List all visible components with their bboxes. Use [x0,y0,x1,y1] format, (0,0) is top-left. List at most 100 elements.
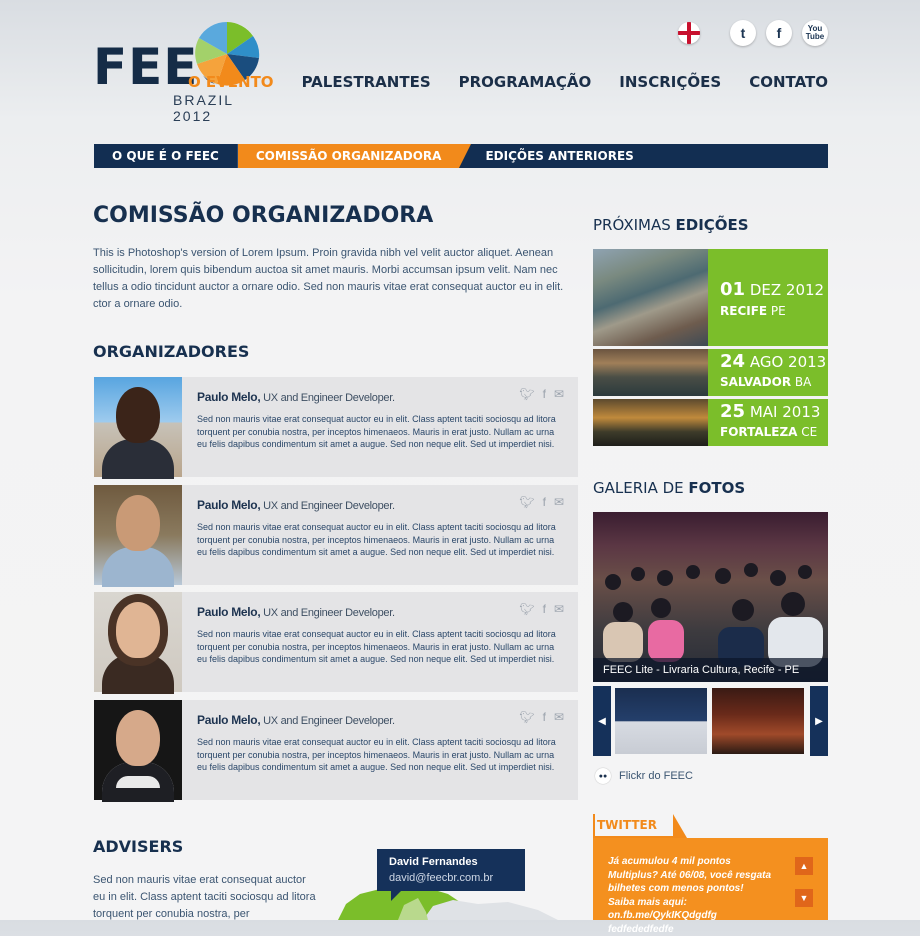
heading-part: GALERIA DE [593,479,689,497]
organizer-social: 🐦︎ f ✉ [519,495,564,509]
mail-icon[interactable]: ✉ [554,387,564,401]
youtube-icon[interactable]: You Tube [802,20,828,46]
edition-item[interactable]: 24 AGO 2013 SALVADOR BA [593,349,828,396]
tweet-up-button[interactable]: ▲ [795,857,813,875]
edition-state: PE [767,304,786,318]
mail-icon[interactable]: ✉ [554,710,564,724]
organizer-card: Paulo Melo, UX and Engineer Developer. 🐦… [94,592,578,694]
mail-icon[interactable]: ✉ [554,495,564,509]
twitter-icon[interactable]: 🐦︎ [519,387,534,401]
gallery-thumbnails: ◀ ▶ [593,686,828,756]
nav-inscricoes[interactable]: INSCRIÇÕES [619,73,721,91]
edition-item[interactable]: 25 MAI 2013 FORTALEZA CE [593,399,828,446]
subnav-o-que-e[interactable]: O QUE É O FEEC [94,144,238,168]
edition-photo [593,249,708,346]
twitter-icon[interactable]: t [730,20,756,46]
facebook-icon[interactable]: f [543,602,546,616]
gallery-thumbnail[interactable] [615,688,707,754]
edition-city: SALVADOR BA [720,375,811,389]
english-flag-icon[interactable] [678,22,700,44]
organizer-photo [94,377,182,479]
feec-logo[interactable]: FEEC BRAZIL 2012 [93,20,263,124]
organizer-name-line: Paulo Melo, UX and Engineer Developer. [197,498,395,512]
edition-date: 24 AGO 2013 [720,351,826,372]
twitter-heading: TWITTER [593,814,687,838]
edition-box: 01 DEZ 2012 RECIFE PE [708,249,828,346]
organizer-role: UX and Engineer Developer. [260,715,395,727]
mail-icon[interactable]: ✉ [554,602,564,616]
edition-date: 25 MAI 2013 [720,401,820,422]
edition-photo [593,349,708,396]
organizer-name-line: Paulo Melo, UX and Engineer Developer. [197,390,395,404]
next-editions-heading: PRÓXIMAS EDIÇÕES [593,216,749,234]
organizer-role: UX and Engineer Developer. [260,607,395,619]
organizer-photo [94,485,182,587]
nav-o-evento[interactable]: O EVENTO [188,73,274,91]
organizer-role: UX and Engineer Developer. [260,500,395,512]
facebook-icon[interactable]: f [543,387,546,401]
edition-box: 24 AGO 2013 SALVADOR BA [708,349,828,396]
organizer-photo [94,592,182,694]
twitter-icon[interactable]: 🐦︎ [519,602,534,616]
audience-photo [603,563,823,667]
edition-state: BA [791,375,812,389]
organizer-name-line: Paulo Melo, UX and Engineer Developer. [197,713,395,727]
edition-day: 25 [720,401,746,422]
organizer-name-line: Paulo Melo, UX and Engineer Developer. [197,605,395,619]
organizer-description: Sed non mauris vitae erat consequat auct… [197,414,556,449]
twitter-title: TWITTER [595,814,673,836]
organizer-description: Sed non mauris vitae erat consequat auct… [197,737,556,772]
gallery-main-photo[interactable]: FEEC Lite - Livraria Cultura, Recife - P… [593,512,828,682]
twitter-icon[interactable]: 🐦︎ [519,710,534,724]
twitter-widget: Já acumulou 4 mil pontos Multiplus? Até … [593,838,828,935]
header-social-icons: t f You Tube [678,20,828,46]
organizer-card: Paulo Melo, UX and Engineer Developer. 🐦… [94,377,578,479]
organizer-name: Paulo Melo, [197,390,261,404]
heading-part-bold: FOTOS [688,479,746,497]
organizer-card: Paulo Melo, UX and Engineer Developer. 🐦… [94,485,578,587]
nav-contato[interactable]: CONTATO [749,73,828,91]
flickr-link[interactable]: ●● Flickr do FEEC [595,768,693,784]
edition-date: 01 DEZ 2012 [720,279,824,300]
tweet-text: Já acumulou 4 mil pontos Multiplus? Até … [608,856,772,935]
edition-month: MAI 2013 [745,403,821,421]
edition-month: DEZ 2012 [745,281,825,299]
organizer-description: Sed non mauris vitae erat consequat auct… [197,522,556,557]
gallery-next-button[interactable]: ▶ [810,686,828,756]
nav-palestrantes[interactable]: PALESTRANTES [302,73,431,91]
edition-item[interactable]: 01 DEZ 2012 RECIFE PE [593,249,828,346]
organizer-name: Paulo Melo, [197,605,261,619]
twitter-icon[interactable]: 🐦︎ [519,495,534,509]
facebook-icon[interactable]: f [543,495,546,509]
intro-text: This is Photoshop's version of Lorem Ips… [93,247,564,310]
edition-day: 01 [720,279,746,300]
facebook-icon[interactable]: f [543,710,546,724]
edition-city: RECIFE PE [720,304,786,318]
subnav-comissao[interactable]: COMISSÃO ORGANIZADORA [237,144,472,168]
edition-city-name: FORTALEZA [720,425,798,439]
adviser-tooltip: David Fernandes david@feecbr.com.br [377,849,525,901]
organizer-social: 🐦︎ f ✉ [519,710,564,724]
facebook-icon[interactable]: f [766,20,792,46]
sub-nav: O QUE É O FEEC COMISSÃO ORGANIZADORA EDI… [94,144,828,168]
organizer-photo [94,700,182,802]
nav-programacao[interactable]: PROGRAMAÇÃO [459,73,592,91]
flickr-label: Flickr do FEEC [619,770,693,782]
organizer-name: Paulo Melo, [197,498,261,512]
tooltip-email[interactable]: david@feecbr.com.br [389,872,493,884]
flickr-icon: ●● [595,768,611,784]
advisers-text: Sed non mauris vitae erat consequat auct… [93,874,316,920]
edition-city-name: SALVADOR [720,375,792,389]
heading-part-bold: EDIÇÕES [675,216,749,234]
tweet-down-button[interactable]: ▼ [795,889,813,907]
organizer-social: 🐦︎ f ✉ [519,602,564,616]
organizer-name: Paulo Melo, [197,713,261,727]
organizer-description: Sed non mauris vitae erat consequat auct… [197,629,556,664]
gallery-prev-button[interactable]: ◀ [593,686,611,756]
edition-day: 24 [720,351,746,372]
organizer-social: 🐦︎ f ✉ [519,387,564,401]
gallery-thumbnail[interactable] [712,688,804,754]
organizer-card: Paulo Melo, UX and Engineer Developer. 🐦… [94,700,578,802]
subnav-edicoes-anteriores[interactable]: EDIÇÕES ANTERIORES [467,144,651,168]
main-nav: O EVENTO PALESTRANTES PROGRAMAÇÃO INSCRI… [188,73,828,91]
